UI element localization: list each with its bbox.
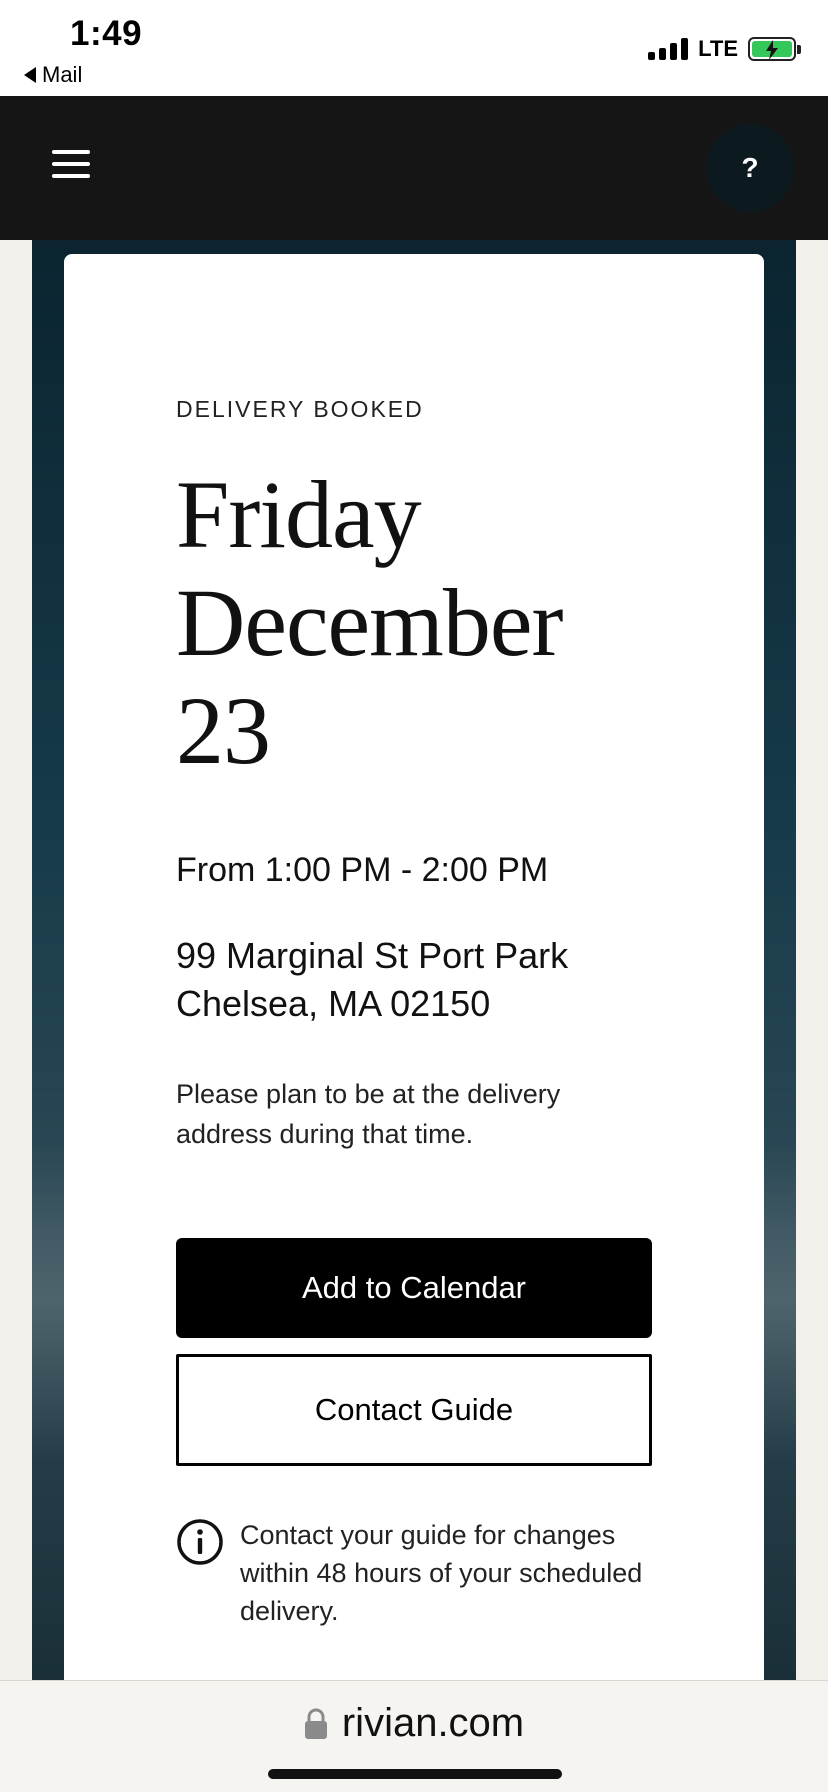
delivery-status-label: DELIVERY BOOKED — [176, 396, 424, 422]
address-line-2: Chelsea, MA 02150 — [176, 983, 491, 1024]
hamburger-menu-icon[interactable] — [52, 150, 90, 178]
status-time: 1:49 — [70, 14, 143, 53]
battery-charging-icon — [748, 37, 801, 61]
info-notice: Contact your guide for changes within 48… — [176, 1516, 656, 1630]
url-row[interactable]: rivian.com — [0, 1701, 828, 1746]
status-bar: 1:49 Mail LTE — [0, 0, 828, 96]
back-app-label: Mail — [42, 62, 83, 87]
delivery-date-number: 23 — [176, 677, 271, 784]
site-header: ? — [0, 96, 828, 240]
delivery-card-content: DELIVERY BOOKED Friday December 23 From … — [176, 396, 656, 1630]
contact-guide-button[interactable]: Contact Guide — [176, 1354, 652, 1466]
delivery-day: Friday — [176, 461, 422, 568]
home-indicator[interactable] — [268, 1769, 562, 1779]
address-line-1: 99 Marginal St Port Park — [176, 935, 569, 976]
delivery-time-window: From 1:00 PM - 2:00 PM — [176, 851, 549, 889]
page: 1:49 Mail LTE ? DELIVERY BOOKED Friday D… — [0, 0, 828, 1792]
status-indicators: LTE — [648, 36, 801, 62]
delivery-date: Friday December 23 — [176, 461, 656, 785]
network-label: LTE — [698, 36, 738, 61]
delivery-note: Please plan to be at the delivery addres… — [176, 1079, 561, 1149]
delivery-card: DELIVERY BOOKED Friday December 23 From … — [64, 254, 764, 1680]
lock-icon — [304, 1708, 327, 1739]
back-triangle-icon — [24, 67, 36, 83]
add-to-calendar-button[interactable]: Add to Calendar — [176, 1238, 652, 1338]
browser-address-bar[interactable]: rivian.com — [0, 1680, 828, 1792]
back-to-app-link[interactable]: Mail — [24, 62, 82, 88]
cellular-signal-icon — [648, 38, 689, 60]
delivery-address: 99 Marginal St Port Park Chelsea, MA 021… — [176, 932, 656, 1028]
delivery-month: December — [176, 569, 563, 676]
info-text: Contact your guide for changes within 48… — [240, 1520, 643, 1626]
help-button[interactable]: ? — [706, 124, 794, 212]
url-text[interactable]: rivian.com — [342, 1701, 524, 1746]
info-circle-icon — [177, 1519, 223, 1565]
